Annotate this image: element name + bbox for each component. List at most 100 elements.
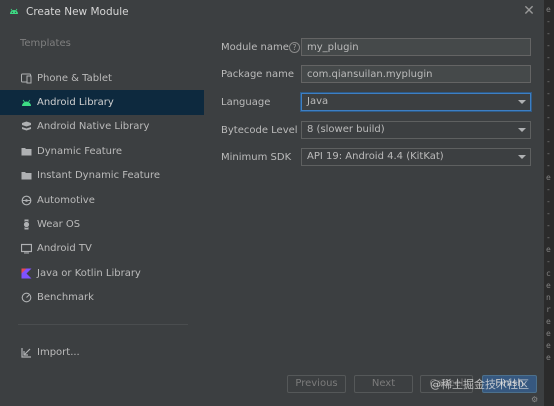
- template-dynamic-feature[interactable]: Dynamic Feature: [0, 139, 204, 163]
- editor-strip-char: -: [546, 17, 551, 26]
- title-bar: Create New Module ✕: [0, 0, 545, 24]
- template-label: Wear OS: [37, 219, 81, 231]
- dialog-title: Create New Module: [26, 6, 129, 18]
- editor-strip-char: -: [546, 65, 551, 74]
- steering-wheel-icon: [21, 195, 32, 206]
- phone-tablet-icon: [21, 73, 32, 84]
- template-phone-tablet[interactable]: Phone & Tablet: [0, 66, 204, 90]
- minimum-sdk-row: Minimum SDK: [221, 147, 301, 167]
- language-row: Language: [221, 92, 301, 112]
- editor-strip-char: -: [546, 149, 551, 158]
- language-value: Java: [307, 96, 329, 107]
- close-icon[interactable]: ✕: [522, 4, 536, 18]
- editor-strip-char: e: [546, 317, 551, 326]
- template-instant-dynamic-feature[interactable]: Instant Dynamic Feature: [0, 164, 204, 188]
- editor-strip-char: e: [546, 281, 551, 290]
- template-label: Benchmark: [37, 292, 94, 304]
- minimum-sdk-value: API 19: Android 4.4 (KitKat): [307, 151, 444, 162]
- editor-strip-char: -: [546, 77, 551, 86]
- import-icon: [21, 347, 32, 358]
- minimum-sdk-label: Minimum SDK: [221, 151, 292, 163]
- template-label: Android TV: [37, 243, 92, 255]
- template-label: Instant Dynamic Feature: [37, 170, 161, 182]
- tv-icon: [21, 243, 32, 254]
- editor-strip-char: c: [546, 269, 551, 278]
- template-android-native-library[interactable]: Android Native Library: [0, 115, 204, 139]
- template-label: Java or Kotlin Library: [37, 267, 141, 279]
- template-wear-os[interactable]: Wear OS: [0, 212, 204, 236]
- native-library-icon: [21, 121, 32, 132]
- sidebar-divider: [18, 324, 188, 325]
- folder-icon: [21, 170, 32, 181]
- help-icon[interactable]: ?: [289, 41, 300, 53]
- editor-strip-char: -: [546, 209, 551, 218]
- chevron-down-icon: [518, 128, 526, 132]
- template-android-tv[interactable]: Android TV: [0, 237, 204, 261]
- template-list: Phone & Tablet Android Library Android N…: [0, 66, 204, 310]
- template-benchmark[interactable]: Benchmark: [0, 286, 204, 310]
- bytecode-level-label: Bytecode Level: [221, 124, 298, 136]
- watch-icon: [21, 219, 32, 230]
- editor-strip-char: -: [546, 29, 551, 38]
- template-java-kotlin-library[interactable]: Java or Kotlin Library: [0, 261, 204, 285]
- template-label: Phone & Tablet: [37, 72, 112, 84]
- package-name-label: Package name: [221, 68, 294, 80]
- template-label: Android Library: [37, 97, 114, 109]
- gauge-icon: [21, 292, 32, 303]
- editor-strip-char: -: [546, 257, 551, 266]
- editor-strip-char: r: [546, 305, 551, 314]
- module-name-row: Module name ?: [221, 37, 304, 57]
- bytecode-level-select[interactable]: 8 (slower build): [301, 121, 531, 139]
- import-button[interactable]: Import...: [0, 340, 204, 364]
- editor-strip-char: -: [546, 221, 551, 230]
- cancel-button[interactable]: Cancel: [420, 375, 473, 393]
- templates-sidebar: Templates Phone & Tablet Android Library…: [0, 24, 204, 406]
- editor-strip-char: -: [546, 53, 551, 62]
- editor-strip-char: -: [546, 113, 551, 122]
- template-label: Dynamic Feature: [37, 145, 123, 157]
- import-label: Import...: [37, 346, 80, 358]
- next-button[interactable]: Next: [354, 375, 413, 393]
- language-label: Language: [221, 96, 271, 108]
- editor-strip-char: -: [546, 233, 551, 242]
- package-name-row: Package name: [221, 64, 301, 84]
- editor-strip-char: -: [546, 197, 551, 206]
- create-module-dialog: Create New Module ✕ Templates Phone & Ta…: [0, 0, 545, 406]
- editor-strip-char: e: [546, 341, 551, 350]
- template-android-library[interactable]: Android Library: [0, 90, 204, 115]
- editor-strip-char: e: [546, 329, 551, 338]
- editor-strip-char: -: [546, 161, 551, 170]
- previous-button[interactable]: Previous: [287, 375, 346, 393]
- editor-strip-char: -: [546, 185, 551, 194]
- minimum-sdk-select[interactable]: API 19: Android 4.4 (KitKat): [301, 148, 531, 166]
- editor-strip-char: e: [546, 245, 551, 254]
- kotlin-icon: [21, 268, 32, 279]
- editor-strip-lines: e-------------e-----e-cenreeee: [546, 4, 554, 364]
- template-automotive[interactable]: Automotive: [0, 188, 204, 212]
- bytecode-level-value: 8 (slower build): [307, 124, 385, 135]
- template-label: Android Native Library: [37, 121, 150, 133]
- bytecode-level-row: Bytecode Level: [221, 120, 301, 140]
- android-icon: [21, 97, 32, 108]
- editor-strip-char: -: [546, 41, 551, 50]
- editor-strip-char: e: [546, 173, 551, 182]
- module-name-field[interactable]: [301, 38, 531, 56]
- editor-strip-char: -: [546, 101, 551, 110]
- editor-strip-char: -: [546, 125, 551, 134]
- editor-background-strip: e-------------e-----e-cenreeee: [545, 0, 554, 406]
- settings-gear-icon[interactable]: ⚙: [531, 396, 539, 404]
- editor-strip-char: n: [546, 293, 551, 302]
- template-label: Automotive: [37, 194, 95, 206]
- chevron-down-icon: [518, 100, 526, 104]
- editor-strip-char: e: [546, 5, 551, 14]
- editor-strip-char: -: [546, 137, 551, 146]
- chevron-down-icon: [518, 155, 526, 159]
- editor-strip-char: -: [546, 89, 551, 98]
- folder-icon: [21, 146, 32, 157]
- templates-heading: Templates: [20, 38, 71, 49]
- package-name-field[interactable]: [301, 65, 531, 83]
- language-select[interactable]: Java: [301, 93, 531, 111]
- android-studio-icon: [8, 6, 20, 18]
- finish-button[interactable]: Finish: [482, 375, 537, 393]
- editor-strip-char: e: [546, 353, 551, 362]
